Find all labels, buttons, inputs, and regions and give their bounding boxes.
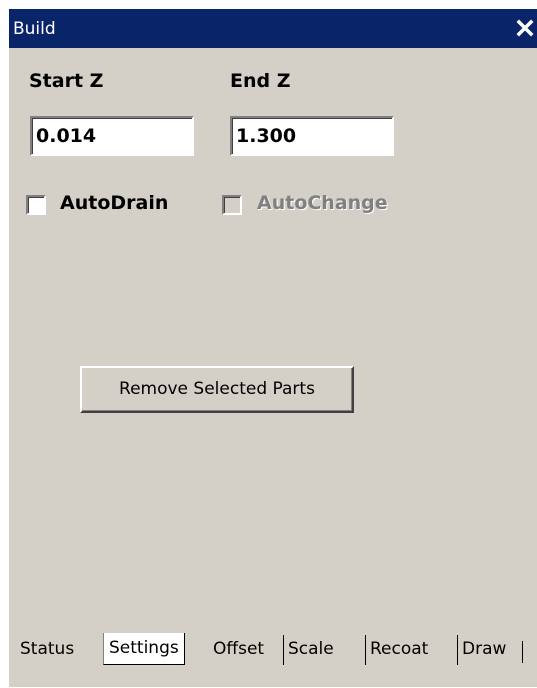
tab-draw[interactable]: Draw — [457, 635, 506, 665]
title-bar[interactable]: Build — [9, 9, 537, 48]
tab-scale[interactable]: Scale — [283, 635, 334, 665]
end-z-input[interactable] — [230, 116, 394, 156]
remove-selected-parts-button[interactable]: Remove Selected Parts — [80, 366, 354, 413]
tab-bar: Status Settings Offset Scale Recoat Draw — [9, 621, 537, 688]
tab-divider — [522, 641, 523, 663]
end-z-label: End Z — [230, 70, 291, 92]
auto-drain-label[interactable]: AutoDrain — [60, 192, 168, 214]
auto-change-checkbox — [222, 195, 242, 215]
auto-drain-checkbox[interactable] — [26, 195, 46, 215]
start-z-input[interactable] — [30, 116, 194, 156]
auto-change-label: AutoChange — [257, 192, 388, 214]
start-z-label: Start Z — [29, 70, 104, 92]
tab-offset[interactable]: Offset — [213, 635, 264, 665]
window-title: Build — [13, 19, 56, 39]
build-panel: Build Start Z End Z AutoDrain AutoChange… — [8, 8, 537, 687]
close-icon[interactable] — [514, 16, 536, 40]
tab-status[interactable]: Status — [20, 635, 74, 665]
tab-settings[interactable]: Settings — [103, 633, 185, 665]
tab-recoat[interactable]: Recoat — [365, 635, 428, 665]
